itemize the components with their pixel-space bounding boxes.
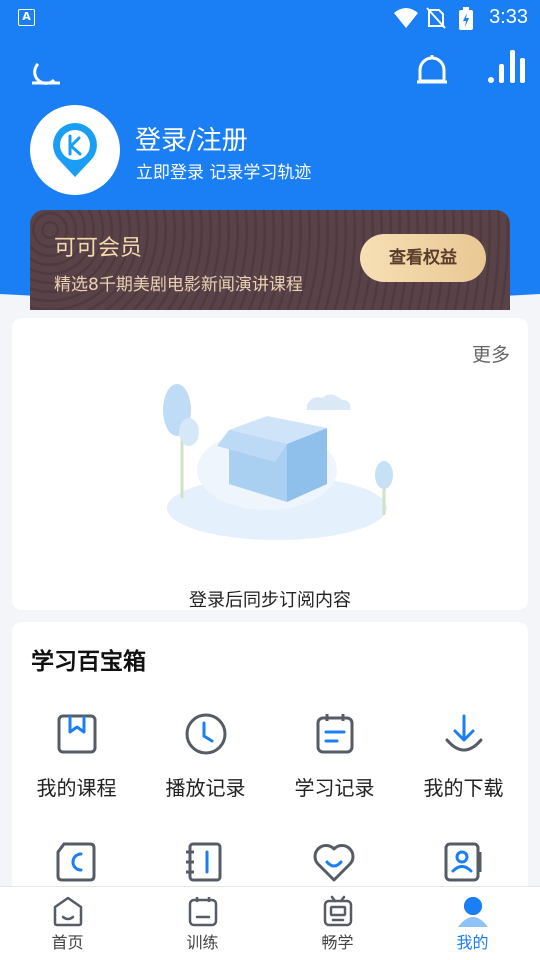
favorites-heart-icon[interactable] [312, 840, 356, 884]
bookmark-book-icon [57, 714, 96, 754]
home-icon [53, 896, 82, 927]
tool-study-records[interactable]: 学习记录 [270, 712, 399, 801]
empty-box-illustration [163, 384, 393, 540]
notes-icon [316, 714, 353, 754]
subscriptions-card: 更多 登录后同步订阅内容 [12, 318, 528, 611]
course-c-icon[interactable] [54, 840, 98, 884]
vip-subtitle: 精选8千期美剧电影新闻演讲课程 [54, 275, 303, 295]
clock-time: 3:33 [489, 6, 528, 28]
vip-banner[interactable]: 可可会员 精选8千期美剧电影新闻演讲课程 查看权益 [30, 210, 510, 310]
notebook-icon[interactable] [183, 840, 227, 884]
tab-home[interactable]: 首页 [0, 895, 135, 953]
bell-icon[interactable] [410, 50, 454, 94]
vip-title: 可可会员 [54, 236, 143, 261]
night-mode-icon[interactable] [24, 50, 68, 94]
tool-label: 学习记录 [294, 776, 375, 800]
bottom-tab-bar: 首页 训练 畅学 我的 [0, 886, 540, 960]
learn-tv-icon [323, 895, 352, 927]
app-logo-icon [53, 123, 97, 177]
tab-label: 畅学 [321, 933, 354, 952]
toolbox-card: 学习百宝箱 我的课程 播放记录 学习记录 我的下载 [12, 622, 528, 922]
tool-label: 我的课程 [36, 776, 117, 800]
clock-icon [185, 713, 226, 755]
tab-mine[interactable]: 我的 [405, 895, 540, 953]
view-benefits-button[interactable]: 查看权益 [360, 234, 486, 282]
empty-subscriptions-text: 登录后同步订阅内容 [189, 590, 351, 611]
tool-label: 播放记录 [165, 776, 246, 800]
tab-training[interactable]: 训练 [135, 895, 270, 953]
tool-my-courses[interactable]: 我的课程 [12, 712, 141, 801]
status-bar: A 3:33 [0, 0, 540, 36]
toolbox-title: 学习百宝箱 [31, 649, 146, 675]
tab-label: 训练 [186, 933, 219, 952]
profile-icon [457, 897, 488, 927]
no-sim-icon [426, 7, 446, 29]
tab-learn[interactable]: 畅学 [270, 895, 405, 953]
statistics-icon[interactable] [484, 44, 528, 88]
training-icon [188, 897, 217, 927]
avatar[interactable] [30, 105, 120, 195]
more-link[interactable]: 更多 [472, 340, 510, 367]
tab-label: 我的 [456, 933, 489, 952]
login-subtitle: 立即登录 记录学习轨迹 [136, 163, 312, 183]
tool-my-downloads[interactable]: 我的下载 [399, 712, 528, 801]
tab-label: 首页 [51, 933, 84, 952]
tool-label: 我的下载 [423, 776, 504, 800]
contacts-book-icon[interactable] [441, 840, 485, 884]
battery-charging-icon [459, 7, 473, 30]
wifi-icon [394, 8, 418, 28]
tool-play-history[interactable]: 播放记录 [141, 712, 270, 801]
download-icon [445, 714, 482, 752]
app-notification-icon: A [18, 9, 35, 26]
login-register-link[interactable]: 登录/注册 [135, 120, 248, 157]
